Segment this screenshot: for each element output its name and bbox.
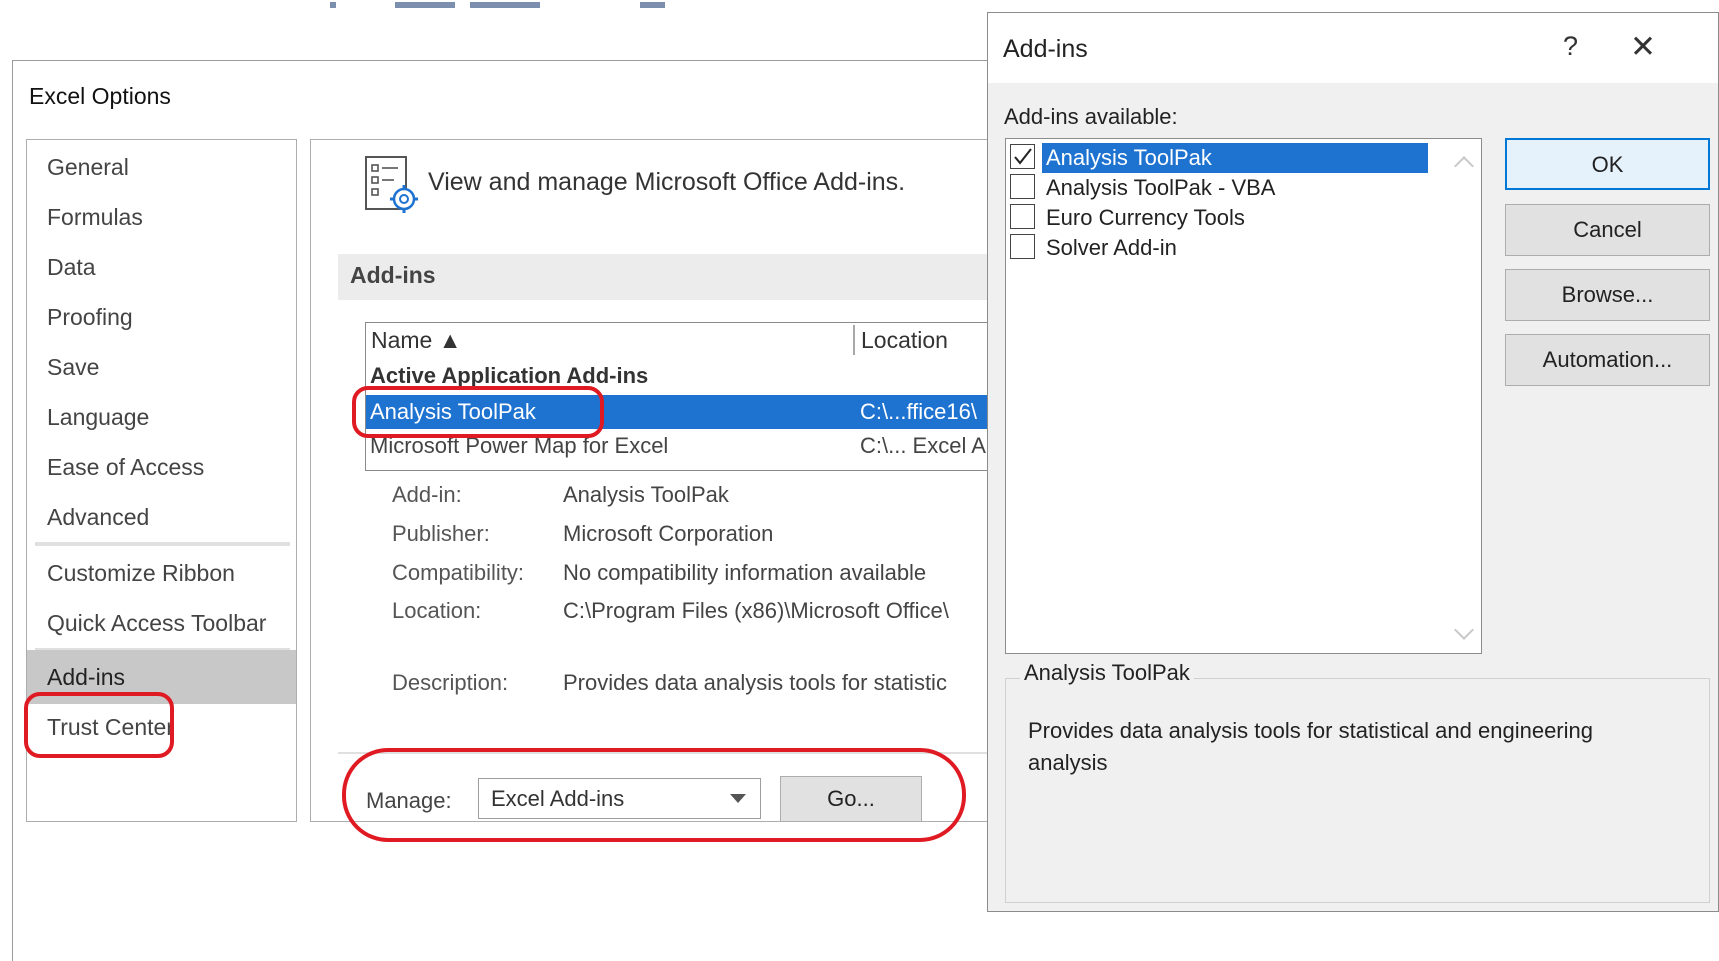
- detail-description-value: Provides data analysis tools for statist…: [563, 670, 947, 695]
- page-header: View and manage Microsoft Office Add-ins…: [428, 168, 906, 196]
- nav-proofing[interactable]: Proofing: [27, 290, 296, 344]
- highlight-analysis-toolpak: [352, 386, 604, 438]
- close-icon[interactable]: ✕: [1630, 29, 1656, 65]
- detail-compat-value: No compatibility information available: [563, 560, 927, 585]
- ribbon-remnant: [330, 2, 336, 8]
- nav-data[interactable]: Data: [27, 240, 296, 294]
- detail-addin-label: Add-in:: [392, 482, 462, 507]
- scroll-up-icon[interactable]: [1454, 156, 1474, 176]
- ribbon-remnant: [395, 2, 455, 8]
- item-label: Analysis ToolPak: [1042, 143, 1428, 173]
- browse-button[interactable]: Browse...: [1505, 269, 1710, 321]
- nav-quick-access-toolbar[interactable]: Quick Access Toolbar: [27, 596, 296, 650]
- available-label: Add-ins available:: [1004, 104, 1178, 129]
- addins-dialog: Add-ins ? ✕ Add-ins available: Analysis …: [987, 12, 1719, 912]
- detail-location-label: Location:: [392, 598, 482, 623]
- nav-customize-ribbon[interactable]: Customize Ribbon: [27, 546, 296, 600]
- checkbox-analysis-toolpak[interactable]: [1010, 144, 1035, 169]
- detail-publisher-label: Publisher:: [392, 521, 490, 546]
- addins-available-list[interactable]: Analysis ToolPak Analysis ToolPak - VBA …: [1005, 138, 1482, 654]
- ok-button[interactable]: OK: [1505, 138, 1710, 190]
- description-title: Analysis ToolPak: [1020, 660, 1194, 686]
- nav-formulas[interactable]: Formulas: [27, 190, 296, 244]
- nav-general[interactable]: General: [27, 140, 296, 194]
- addins-content-panel: [310, 139, 1030, 822]
- row-location: C:\...ffice16\: [860, 399, 977, 424]
- automation-button[interactable]: Automation...: [1505, 334, 1710, 386]
- nav-save[interactable]: Save: [27, 340, 296, 394]
- nav-ease-of-access[interactable]: Ease of Access: [27, 440, 296, 494]
- window-title: Excel Options: [29, 83, 171, 109]
- nav-language[interactable]: Language: [27, 390, 296, 444]
- checkbox-solver-addin[interactable]: [1010, 234, 1035, 259]
- detail-publisher-value: Microsoft Corporation: [563, 521, 774, 546]
- ribbon-remnant: [470, 2, 540, 8]
- column-header-name[interactable]: Name ▲: [366, 325, 855, 355]
- row-location: C:\... Excel A: [860, 433, 986, 458]
- detail-addin-value: Analysis ToolPak: [563, 482, 729, 507]
- item-label: Analysis ToolPak - VBA: [1046, 175, 1276, 200]
- cancel-button[interactable]: Cancel: [1505, 204, 1710, 256]
- scroll-down-icon[interactable]: [1454, 620, 1474, 640]
- item-label: Euro Currency Tools: [1046, 205, 1245, 230]
- dialog-titlebar: [988, 13, 1718, 83]
- highlight-manage-go: [342, 748, 966, 842]
- dialog-title: Add-ins: [1003, 35, 1088, 63]
- highlight-add-ins-nav: [24, 692, 174, 758]
- section-title: Add-ins: [350, 262, 436, 288]
- checkmark-icon: [1014, 148, 1032, 165]
- detail-compat-label: Compatibility:: [392, 560, 525, 585]
- checkbox-euro-currency-tools[interactable]: [1010, 204, 1035, 229]
- description-group: [1005, 678, 1710, 903]
- checkbox-analysis-toolpak-vba[interactable]: [1010, 174, 1035, 199]
- detail-location-value: C:\Program Files (x86)\Microsoft Office\: [563, 598, 949, 623]
- detail-description-label: Description:: [392, 670, 509, 695]
- ribbon-remnant: [640, 2, 665, 8]
- item-label: Solver Add-in: [1046, 235, 1177, 260]
- addins-manage-icon: [364, 155, 420, 220]
- section-bar: [338, 254, 1018, 300]
- help-icon[interactable]: ?: [1563, 31, 1578, 62]
- nav-advanced[interactable]: Advanced: [27, 490, 296, 544]
- description-text: Provides data analysis tools for statist…: [1028, 718, 1593, 775]
